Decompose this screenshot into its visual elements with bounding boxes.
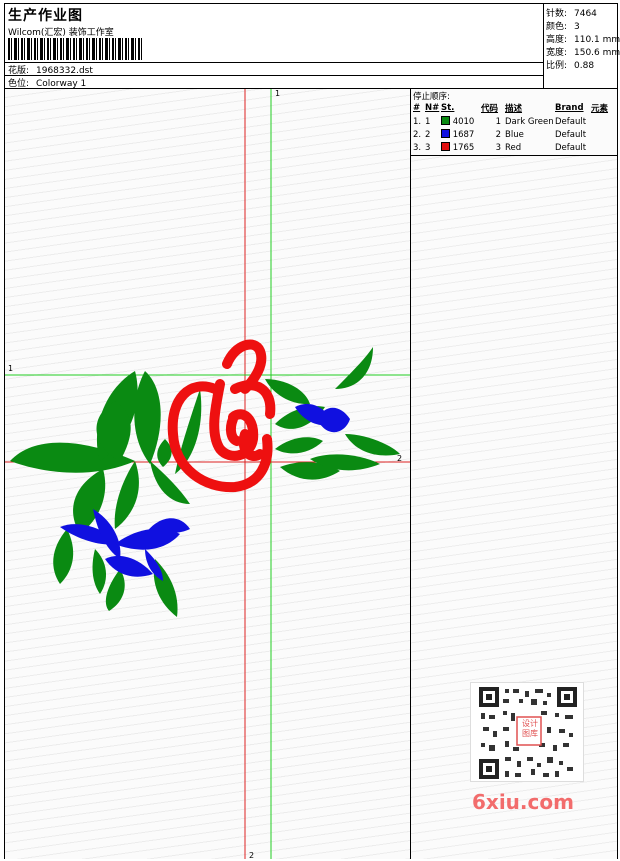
row-index: 2. [413,129,422,140]
stat-scale: 比例: 0.88 [546,58,594,71]
guide-label: 1 [8,364,14,373]
row-element [591,128,617,141]
guide-label: 2 [249,851,255,859]
col-header: N# [425,103,440,113]
stat-value: 3 [574,22,580,32]
qr-stamp: 设计 图库 [522,719,538,738]
color-table: # N# St. 代码 描述 Brand 元素 1. 1 4010 1 Dark… [413,101,617,154]
stat-label: 针数: [546,9,568,19]
page-title: 生产作业图 [8,8,83,24]
row-element [591,115,617,128]
embroidery-preview [5,89,410,859]
row-code: 1 [495,116,501,127]
petal [145,518,190,534]
stat-value: 7464 [574,9,597,19]
watermark-logo: 6xiu.com [472,790,574,814]
row-description: Red [505,142,522,153]
leaf [53,529,74,584]
row-index: 3. [413,142,422,153]
row-stitches: 1687 [452,130,475,140]
red-rose [167,339,276,493]
table-row[interactable]: 3. 3 1765 3 Red Default [413,141,617,154]
col-header: # [413,103,421,113]
row-description: Dark Green [505,116,554,127]
petal [105,555,153,577]
stats-panel: 针数: 7464 颜色: 3 高度: 110.1 mm 宽度: 150.6 mm 比例:… [543,4,620,89]
stat-label: 比例: [546,61,568,71]
col-header: 代码 [481,104,499,114]
color-swatch [441,142,450,151]
table-header: # N# St. 代码 描述 Brand 元素 [413,101,617,115]
row-index: 1. [413,116,422,127]
stop-sequence-table: 停止顺序: # N# St. 代码 描述 Brand 元素 1. 1 4010 … [411,89,617,156]
colorway-value: Colorway 1 [36,79,87,89]
stat-width: 宽度: 150.6 mm [546,45,620,58]
row-stitches: 4010 [452,117,475,127]
leaf [335,347,373,389]
stat-label: 颜色: [546,22,568,32]
row-stitches: 1765 [452,143,475,153]
row-needle: 2 [425,129,431,140]
row-description: Blue [505,129,524,140]
leaf [114,461,139,529]
col-header: 元素 [591,104,609,114]
col-header: Brand [555,103,584,113]
leaf [345,434,400,456]
row-needle: 3 [425,142,431,153]
col-header: St. [441,103,455,113]
leaf [92,549,107,594]
row-brand: Default [555,142,587,153]
colorway-row: 色位: Colorway 1 [8,76,86,89]
stat-value: 110.1 mm [574,35,620,45]
stat-colors: 颜色: 3 [546,19,580,32]
row-brand: Default [555,116,587,127]
row-brand: Default [555,129,587,140]
guide-label: 1 [275,89,281,98]
stat-label: 宽度: [546,48,568,58]
stat-stitches: 针数: 7464 [546,6,597,19]
color-swatch [441,116,450,125]
stat-label: 高度: [546,35,568,45]
row-code: 2 [495,129,501,140]
barcode [8,38,144,60]
col-header: 描述 [505,104,523,114]
company-name: Wilcom(汇宏) 装饰工作室 [8,28,114,38]
leaf [134,371,161,464]
qr-code: 设计 图库 [470,682,584,782]
color-swatch [441,129,450,138]
table-row[interactable]: 1. 1 4010 1 Dark Green Default [413,115,617,128]
stat-height: 高度: 110.1 mm [546,32,620,45]
stat-value: 150.6 mm [574,48,620,58]
table-row[interactable]: 2. 2 1687 2 Blue Default [413,128,617,141]
colorway-label: 色位: [8,79,30,89]
row-code: 3 [495,142,501,153]
leaf [105,569,125,611]
guide-label: 2 [397,454,403,463]
row-needle: 1 [425,116,431,127]
row-element [591,141,617,154]
stat-value: 0.88 [574,61,595,71]
header: 生产作业图 Wilcom(汇宏) 装饰工作室 花版: 1968332.dst 色位… [5,4,620,89]
design-canvas[interactable]: 1 2 1 2 [5,89,410,859]
leaf [275,437,323,454]
